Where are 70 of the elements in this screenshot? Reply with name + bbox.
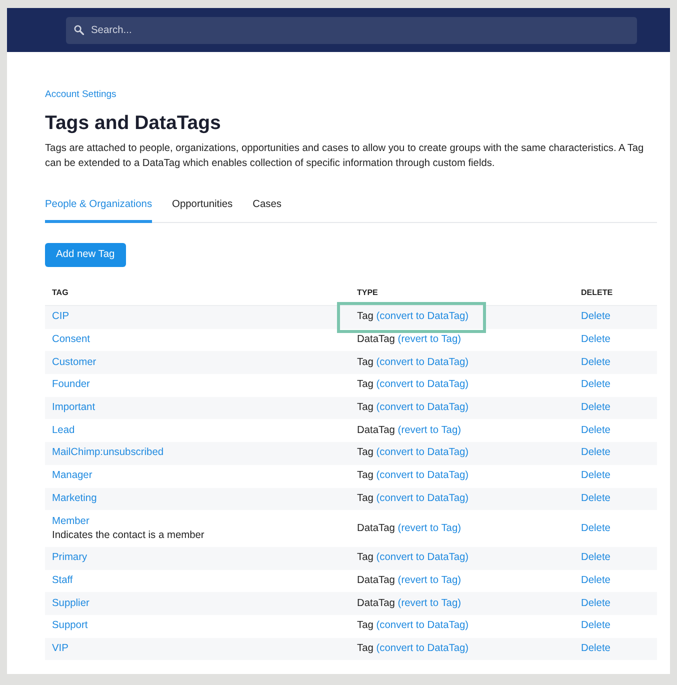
type-toggle-link[interactable]: (convert to DataTag) bbox=[376, 356, 469, 368]
tag-link[interactable]: Supplier bbox=[52, 598, 90, 609]
delete-link[interactable]: Delete bbox=[581, 574, 610, 586]
delete-link[interactable]: Delete bbox=[581, 447, 610, 458]
type-label: DataTag bbox=[357, 334, 395, 346]
add-tag-button[interactable]: Add new Tag bbox=[45, 243, 126, 267]
type-toggle-link[interactable]: (revert to Tag) bbox=[398, 522, 462, 534]
delete-link[interactable]: Delete bbox=[581, 598, 610, 609]
tag-link[interactable]: VIP bbox=[52, 642, 68, 654]
tag-link[interactable]: Member bbox=[52, 516, 90, 527]
tag-link[interactable]: MailChimp:unsubscribed bbox=[52, 447, 164, 458]
delete-link[interactable]: Delete bbox=[581, 620, 610, 632]
type-label: Tag bbox=[357, 311, 374, 322]
type-toggle-link[interactable]: (convert to DataTag) bbox=[376, 447, 469, 458]
tag-link[interactable]: CIP bbox=[52, 311, 69, 322]
type-toggle-link[interactable]: (convert to DataTag) bbox=[376, 552, 469, 564]
type-label: Tag bbox=[357, 620, 374, 632]
page-title: Tags and DataTags bbox=[45, 111, 222, 135]
tag-link[interactable]: Customer bbox=[52, 356, 96, 368]
type-toggle-link[interactable]: (convert to DataTag) bbox=[376, 470, 469, 482]
type-label: Tag bbox=[357, 402, 374, 414]
type-label: Tag bbox=[357, 470, 374, 482]
tag-link[interactable]: Founder bbox=[52, 379, 90, 390]
search-field[interactable]: Search... bbox=[66, 17, 637, 44]
tag-link[interactable]: Important bbox=[52, 402, 96, 414]
tab[interactable]: Cases bbox=[252, 190, 282, 223]
type-toggle-link[interactable]: (convert to DataTag) bbox=[376, 642, 469, 654]
tag-link[interactable]: Consent bbox=[52, 334, 90, 346]
tab[interactable]: People & Organizations bbox=[45, 190, 152, 223]
tag-link[interactable]: Primary bbox=[52, 552, 88, 564]
type-toggle-link[interactable]: (revert to Tag) bbox=[398, 598, 462, 609]
type-toggle-link[interactable]: (convert to DataTag) bbox=[376, 379, 469, 390]
search-icon bbox=[74, 25, 84, 35]
type-toggle-link[interactable]: (revert to Tag) bbox=[398, 334, 462, 346]
type-toggle-link[interactable]: (revert to Tag) bbox=[398, 424, 462, 436]
delete-link[interactable]: Delete bbox=[581, 402, 610, 414]
tag-link[interactable]: Manager bbox=[52, 470, 92, 482]
page-description: Tags are attached to people, organizations, opportunities and cases to allow you to create groups with the same characteristics. A Tag can be extended to a DataTag which enables collection of specific information through custom fields. bbox=[45, 142, 645, 171]
delete-link[interactable]: Delete bbox=[581, 424, 610, 436]
delete-link[interactable]: Delete bbox=[581, 492, 610, 504]
delete-link[interactable]: Delete bbox=[581, 522, 610, 534]
type-label: Tag bbox=[357, 379, 374, 390]
tag-link[interactable]: Support bbox=[52, 620, 88, 632]
type-label: Tag bbox=[357, 552, 374, 564]
type-label: Tag bbox=[357, 492, 374, 504]
type-label: DataTag bbox=[357, 522, 395, 534]
delete-link[interactable]: Delete bbox=[581, 470, 610, 482]
type-toggle-link[interactable]: (convert to DataTag) bbox=[376, 311, 469, 322]
delete-link[interactable]: Delete bbox=[581, 552, 610, 564]
type-toggle-link[interactable]: (convert to DataTag) bbox=[376, 620, 469, 632]
type-label: DataTag bbox=[357, 424, 395, 436]
type-label: Tag bbox=[357, 447, 374, 458]
type-toggle-link[interactable]: (convert to DataTag) bbox=[376, 492, 469, 504]
delete-link[interactable]: Delete bbox=[581, 379, 610, 390]
tag-link[interactable]: Lead bbox=[52, 424, 75, 436]
tab[interactable]: Opportunities bbox=[172, 190, 233, 223]
delete-link[interactable]: Delete bbox=[581, 311, 610, 322]
type-toggle-link[interactable]: (revert to Tag) bbox=[398, 574, 462, 586]
type-label: Tag bbox=[357, 356, 374, 368]
breadcrumb-link[interactable]: Account Settings bbox=[45, 89, 116, 100]
delete-link[interactable]: Delete bbox=[581, 334, 610, 346]
type-toggle-link[interactable]: (convert to DataTag) bbox=[376, 402, 469, 414]
tag-link[interactable]: Marketing bbox=[52, 492, 97, 504]
delete-link[interactable]: Delete bbox=[581, 642, 610, 654]
type-label: DataTag bbox=[357, 598, 395, 609]
type-label: DataTag bbox=[357, 574, 395, 586]
tag-link[interactable]: Staff bbox=[52, 574, 73, 586]
delete-link[interactable]: Delete bbox=[581, 356, 610, 368]
tag-description: Indicates the contact is a member bbox=[52, 528, 206, 543]
type-label: Tag bbox=[357, 642, 374, 654]
